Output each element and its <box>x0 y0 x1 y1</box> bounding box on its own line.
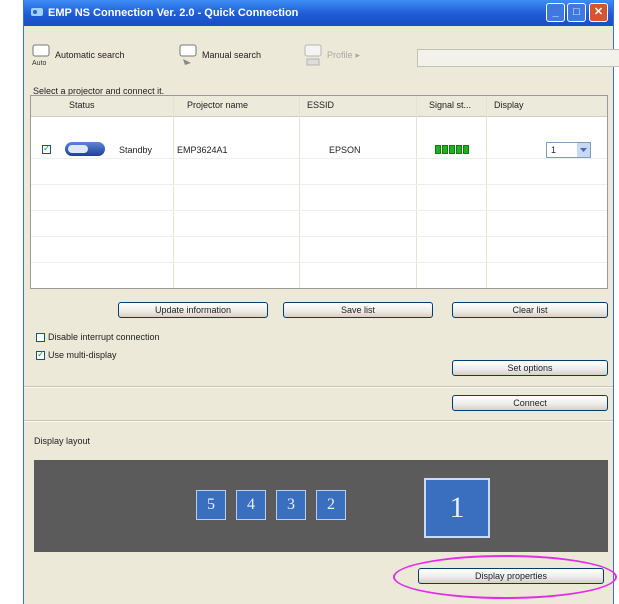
toolbar: Auto Automatic search Manual search Prof… <box>24 27 619 85</box>
disable-interrupt-label: Disable interrupt connection <box>48 332 160 342</box>
maximize-button[interactable]: □ <box>567 3 586 22</box>
row-divider <box>31 262 607 263</box>
monitor-tile[interactable]: 3 <box>276 490 306 520</box>
page-margin-right <box>614 0 619 604</box>
monitor-tile[interactable]: 2 <box>316 490 346 520</box>
signal-bar <box>463 145 469 154</box>
profile-button[interactable]: Profile ▸ <box>302 43 360 67</box>
standby-status-icon <box>65 142 105 156</box>
header-projector-name[interactable]: Projector name <box>187 100 248 110</box>
close-button[interactable]: ✕ <box>589 3 608 22</box>
column-divider <box>173 96 174 288</box>
signal-bar <box>456 145 462 154</box>
minimize-button[interactable]: _ <box>546 3 565 22</box>
profile-path-field[interactable] <box>417 49 619 67</box>
header-essid[interactable]: ESSID <box>307 100 334 110</box>
profile-dropdown-arrow-icon: ▸ <box>355 49 361 60</box>
set-options-button[interactable]: Set options <box>452 360 608 376</box>
use-multi-display-label: Use multi-display <box>48 350 117 360</box>
row-divider <box>31 236 607 237</box>
list-header: Status Projector name ESSID Signal st...… <box>31 96 607 117</box>
profile-icon <box>304 44 322 66</box>
essid-value: EPSON <box>329 145 361 155</box>
header-display[interactable]: Display <box>494 100 524 110</box>
profile-label: Profile <box>327 50 353 60</box>
monitor-tile[interactable]: 4 <box>236 490 266 520</box>
disable-interrupt-option[interactable]: Disable interrupt connection <box>36 332 160 342</box>
header-status[interactable]: Status <box>69 100 95 110</box>
display-layout-label: Display layout <box>34 436 91 446</box>
signal-strength-meter <box>435 145 469 154</box>
projector-list[interactable]: Status Projector name ESSID Signal st...… <box>30 95 608 289</box>
window-title: EMP NS Connection Ver. 2.0 - Quick Conne… <box>48 7 299 19</box>
clear-list-button[interactable]: Clear list <box>452 302 608 318</box>
primary-monitor-tile[interactable]: 1 <box>424 478 490 538</box>
monitor-tile[interactable]: 5 <box>196 490 226 520</box>
divider <box>24 387 613 388</box>
chevron-down-icon <box>577 143 590 157</box>
disable-interrupt-checkbox[interactable] <box>36 332 45 342</box>
connect-button[interactable]: Connect <box>452 395 608 411</box>
row-divider <box>31 210 607 211</box>
save-list-button[interactable]: Save list <box>283 302 433 318</box>
row-divider <box>31 184 607 185</box>
title-bar: EMP NS Connection Ver. 2.0 - Quick Conne… <box>24 0 613 26</box>
row-select-checkbox[interactable] <box>42 143 51 154</box>
manual-search-icon <box>179 44 197 65</box>
manual-search-label: Manual search <box>202 50 262 60</box>
column-divider <box>416 96 417 288</box>
display-number-select[interactable]: 1 <box>546 142 591 158</box>
divider <box>24 421 613 422</box>
automatic-search-button[interactable]: Auto Automatic search <box>30 43 125 67</box>
projector-name: EMP3624A1 <box>177 145 228 155</box>
signal-bar <box>449 145 455 154</box>
column-divider <box>299 96 300 288</box>
use-multi-display-checkbox[interactable] <box>36 349 45 360</box>
update-information-button[interactable]: Update information <box>118 302 268 318</box>
svg-text:Auto: Auto <box>32 60 47 67</box>
display-number-value: 1 <box>551 145 557 155</box>
app-icon <box>31 8 43 16</box>
display-properties-button[interactable]: Display properties <box>418 568 604 584</box>
auto-search-icon: Auto <box>32 44 50 67</box>
status-text: Standby <box>119 145 153 155</box>
column-divider <box>486 96 487 288</box>
manual-search-button[interactable]: Manual search <box>177 43 261 67</box>
page-margin-left <box>0 0 23 604</box>
header-signal[interactable]: Signal st... <box>429 100 471 110</box>
signal-bar <box>435 145 441 154</box>
use-multi-display-option[interactable]: Use multi-display <box>36 349 117 360</box>
quick-connection-window: EMP NS Connection Ver. 2.0 - Quick Conne… <box>23 0 619 604</box>
signal-bar <box>442 145 448 154</box>
row-divider <box>31 158 607 159</box>
display-layout-canvas[interactable]: 5 4 3 2 1 <box>34 460 608 552</box>
automatic-search-label: Automatic search <box>55 50 125 60</box>
